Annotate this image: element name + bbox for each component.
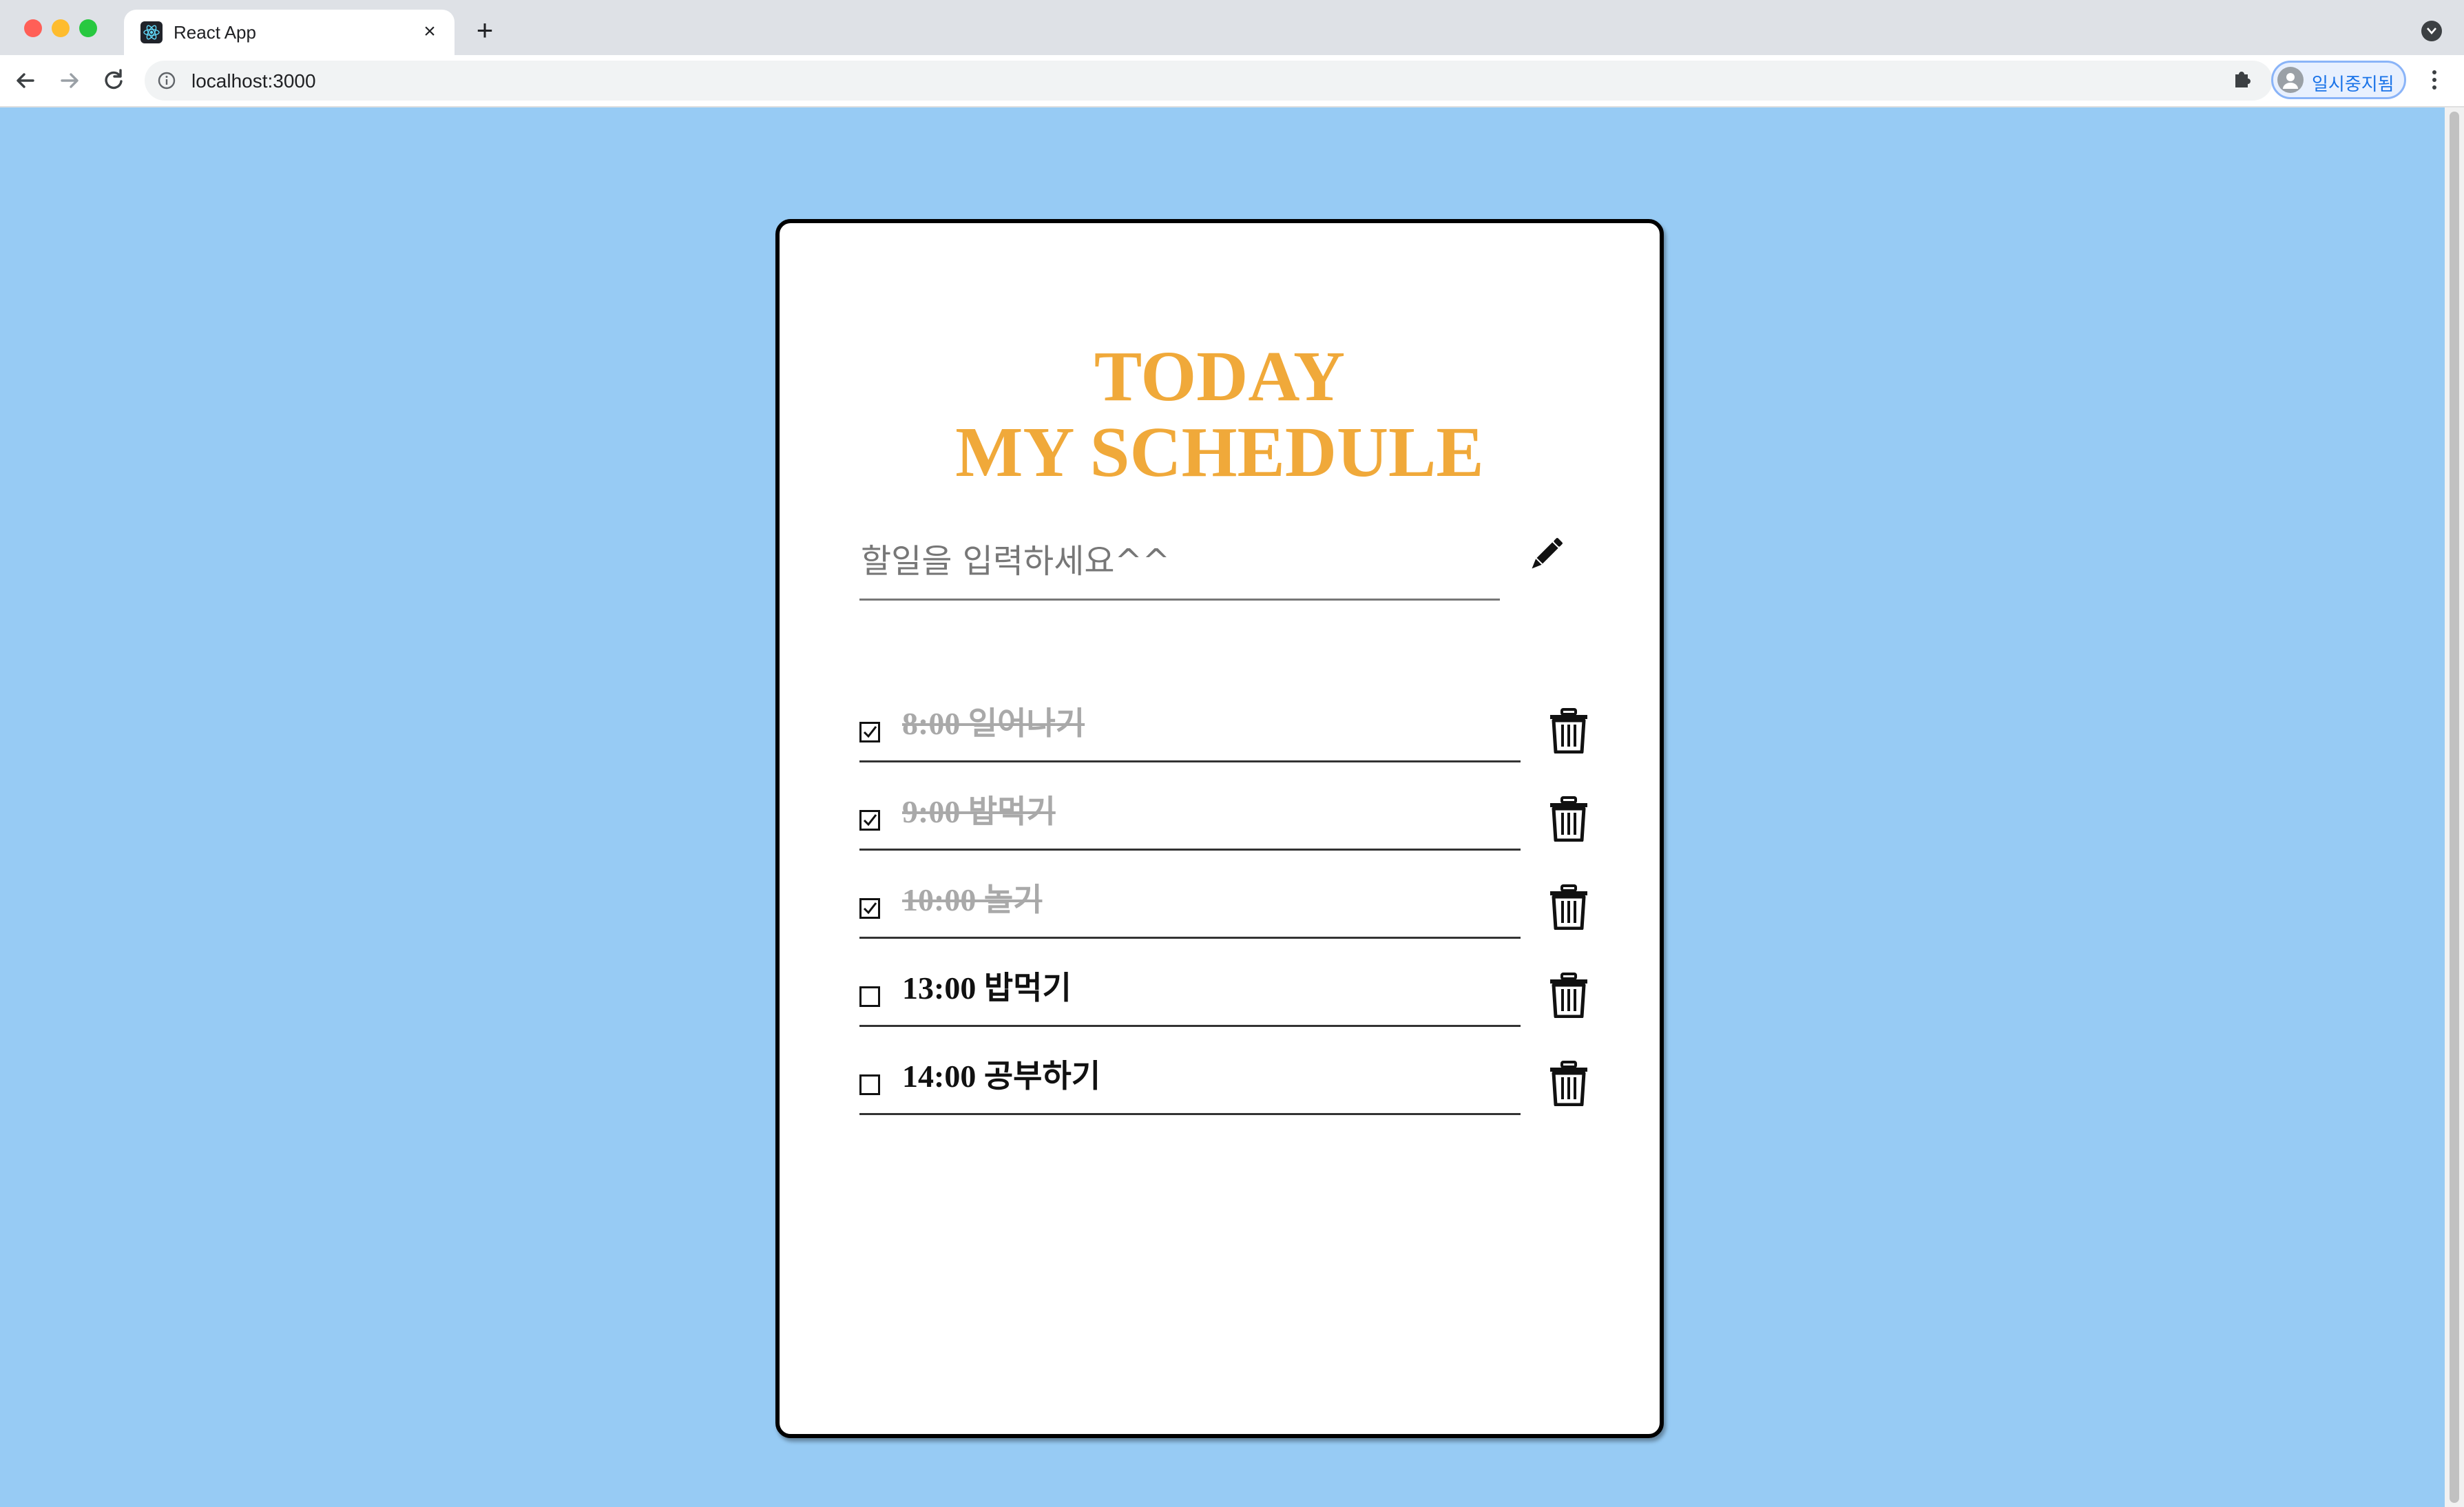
- new-tab-button[interactable]: +: [471, 16, 499, 45]
- checkbox-checked-icon[interactable]: [859, 810, 880, 831]
- todo-list: 8:00 일어나기 9:00 밥먹기 10:00 놀기 13:00 밥먹기 14:00 …: [859, 678, 1589, 1119]
- title-line-2: MY SCHEDULE: [955, 413, 1484, 492]
- window-minimize-button[interactable]: [52, 19, 70, 37]
- extensions-puzzle-icon[interactable]: [2231, 66, 2255, 90]
- trash-icon[interactable]: [1548, 796, 1589, 842]
- todo-item: 8:00 일어나기: [859, 678, 1589, 766]
- tab-title: React App: [174, 22, 256, 43]
- page-viewport: TODAY MY SCHEDULE 8:00 일어나기 9:00 밥먹기 10:00…: [0, 107, 2464, 1507]
- todo-item-text[interactable]: 8:00 일어나기: [902, 698, 1085, 744]
- todo-item-underline: [859, 849, 1521, 851]
- trash-icon[interactable]: [1548, 708, 1589, 754]
- reload-icon[interactable]: [99, 66, 128, 95]
- todo-item-underline: [859, 760, 1521, 762]
- todo-item: 14:00 공부하기: [859, 1030, 1589, 1119]
- scrollbar-thumb[interactable]: [2450, 112, 2459, 1503]
- checkbox-checked-icon[interactable]: [859, 722, 880, 742]
- react-logo-icon: [140, 21, 163, 43]
- trash-icon[interactable]: [1548, 884, 1589, 931]
- todo-item-text[interactable]: 13:00 밥먹기: [902, 963, 1072, 1008]
- title-line-1: TODAY: [1094, 337, 1346, 416]
- window-close-button[interactable]: [24, 19, 42, 37]
- profile-button[interactable]: 일시중지됨: [2271, 61, 2406, 99]
- trash-icon[interactable]: [1548, 1061, 1589, 1107]
- todo-item: 13:00 밥먹기: [859, 942, 1589, 1030]
- todo-item-underline: [859, 937, 1521, 939]
- todo-item: 10:00 놀기: [859, 854, 1589, 942]
- tab-search-icon[interactable]: [2421, 21, 2442, 41]
- todo-item: 9:00 밥먹기: [859, 766, 1589, 854]
- more-menu-icon[interactable]: [2424, 66, 2445, 94]
- todo-card: TODAY MY SCHEDULE 8:00 일어나기 9:00 밥먹기 10:00…: [775, 219, 1664, 1438]
- browser-toolbar: localhost:3000 일시중지됨: [0, 55, 2464, 107]
- back-arrow-icon[interactable]: [11, 66, 40, 95]
- profile-status-label: 일시중지됨: [2312, 74, 2394, 95]
- todo-item-text[interactable]: 9:00 밥먹기: [902, 787, 1056, 832]
- pencil-icon[interactable]: [1523, 532, 1569, 577]
- url-text[interactable]: localhost:3000: [191, 70, 316, 92]
- window-zoom-button[interactable]: [79, 19, 97, 37]
- checkbox-unchecked-icon[interactable]: [859, 986, 880, 1007]
- todo-item-underline: [859, 1025, 1521, 1027]
- address-bar[interactable]: localhost:3000: [145, 61, 2347, 101]
- checkbox-unchecked-icon[interactable]: [859, 1074, 880, 1095]
- info-icon[interactable]: [157, 71, 176, 90]
- tab-close-icon[interactable]: ×: [417, 19, 442, 44]
- checkbox-checked-icon[interactable]: [859, 898, 880, 919]
- trash-icon[interactable]: [1548, 973, 1589, 1019]
- todo-item-text[interactable]: 14:00 공부하기: [902, 1051, 1100, 1097]
- browser-tab[interactable]: React App ×: [124, 10, 455, 55]
- new-todo-input[interactable]: [859, 523, 1500, 601]
- vertical-scrollbar[interactable]: [2445, 107, 2464, 1507]
- forward-arrow-icon[interactable]: [55, 66, 84, 95]
- todo-item-text[interactable]: 10:00 놀기: [902, 875, 1042, 920]
- page-title: TODAY MY SCHEDULE: [780, 339, 1660, 490]
- browser-tab-bar: React App × +: [0, 0, 2464, 55]
- new-todo-row: [859, 523, 1500, 602]
- avatar: [2277, 67, 2304, 93]
- todo-item-underline: [859, 1113, 1521, 1115]
